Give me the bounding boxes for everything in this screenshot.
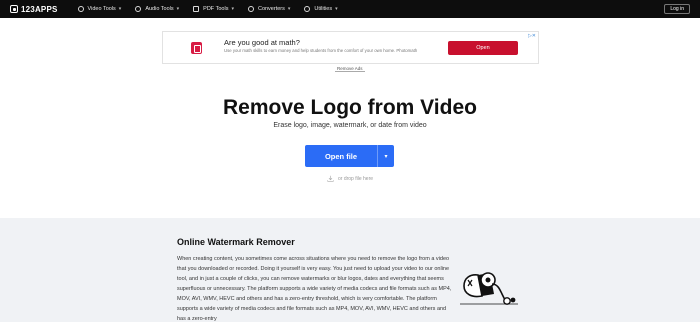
nav-item-label: Converters <box>257 6 285 12</box>
chevron-down-icon: ▾ <box>231 6 234 12</box>
nav-item-audio-tools[interactable]: Audio Tools ▾ <box>135 6 179 12</box>
open-file-button[interactable]: Open file <box>305 145 377 167</box>
adchoices-icon[interactable]: ▷✕ <box>528 33 536 39</box>
nav-item-label: Audio Tools <box>145 6 174 12</box>
nav-item-utilities[interactable]: Utilities ▾ <box>304 6 338 12</box>
audio-icon <box>135 6 142 12</box>
nav-item-label: Video Tools <box>87 6 116 12</box>
nav-item-video-tools[interactable]: Video Tools ▾ <box>77 6 122 12</box>
ad-text: Use your math skills to earn money and h… <box>224 48 418 53</box>
drop-hint-text: or drop file here <box>338 175 374 182</box>
brand-logo-icon <box>10 5 18 13</box>
chevron-down-icon: ▾ <box>384 153 388 160</box>
nav-item-label: PDF Tools <box>203 6 229 12</box>
open-file-button-group: Open file ▾ <box>305 145 394 167</box>
page-title: Remove Logo from Video <box>223 96 477 119</box>
nav-item-pdf-tools[interactable]: PDF Tools ▾ <box>193 6 234 12</box>
section-paragraph: When creating content, you sometimes com… <box>177 256 452 322</box>
ad-banner[interactable]: Are you good at math? Use your math skil… <box>162 31 539 64</box>
drop-zone-hint: or drop file here <box>327 175 373 182</box>
brand-logo[interactable]: 123APPS <box>10 5 58 14</box>
top-nav: 123APPS Video Tools ▾ Audio Tools ▾ PDF … <box>0 0 700 18</box>
video-icon <box>77 6 84 12</box>
chevron-down-icon: ▾ <box>287 6 291 12</box>
remove-ads-link[interactable]: Remove Ads <box>335 66 365 72</box>
nav-item-label: Utilities <box>314 6 333 12</box>
chevron-down-icon: ▾ <box>335 6 338 12</box>
login-button[interactable]: Log in <box>664 4 690 14</box>
ad-title: Are you good at math? <box>224 38 300 47</box>
nav-item-converters[interactable]: Converters ▾ <box>247 6 291 12</box>
illustration-image <box>460 272 518 305</box>
page-subtitle: Erase logo, image, watermark, or date fr… <box>273 122 427 129</box>
ad-open-button[interactable]: Open <box>448 41 518 55</box>
brand-name: 123APPS <box>21 4 58 14</box>
section-heading: Online Watermark Remover <box>177 237 295 247</box>
pdf-icon <box>193 6 200 12</box>
chevron-down-icon: ▾ <box>176 6 180 12</box>
converter-icon <box>247 6 254 12</box>
download-icon <box>327 175 334 182</box>
utilities-icon <box>304 6 311 12</box>
chevron-down-icon: ▾ <box>118 6 122 12</box>
open-file-options-button[interactable]: ▾ <box>377 145 394 167</box>
photomath-app-icon <box>191 42 202 54</box>
